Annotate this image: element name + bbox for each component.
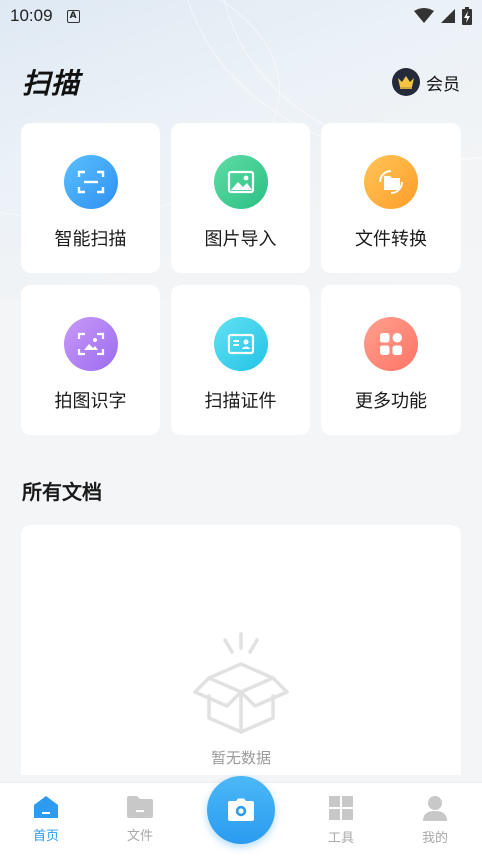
nav-label: 我的 [421, 831, 448, 846]
documents-panel: 暂无数据 [21, 525, 461, 775]
empty-box-icon [193, 632, 289, 734]
crown-icon [392, 68, 420, 96]
status-time: 10:09 [10, 6, 53, 25]
feature-label: 更多功能 [355, 391, 427, 412]
id-scan-card[interactable]: 扫描证件 [171, 285, 310, 435]
feature-label: 拍图识字 [54, 391, 127, 412]
nav-tools[interactable]: 工具 [311, 795, 371, 846]
apps-icon [364, 317, 418, 371]
id-card-icon [213, 317, 268, 371]
nav-label: 文件 [126, 829, 153, 844]
page-title: 扫描 [22, 67, 81, 100]
a-notification-icon: A [66, 9, 80, 23]
feature-label: 文件转换 [355, 229, 427, 250]
folder-icon [127, 796, 153, 818]
nav-profile[interactable]: 我的 [405, 795, 465, 846]
photo-ocr-card[interactable]: 拍图识字 [21, 285, 160, 435]
feature-label: 智能扫描 [54, 229, 127, 250]
camera-button[interactable] [207, 776, 275, 844]
wifi-icon [414, 8, 434, 23]
documents-title: 所有文档 [22, 480, 102, 504]
file-convert-card[interactable]: 文件转换 [321, 123, 461, 273]
image-icon [213, 155, 268, 209]
status-bar: 10:09 A [0, 0, 482, 32]
feature-label: 扫描证件 [204, 391, 277, 412]
page-header: 扫描 会员 [22, 60, 460, 104]
nav-label: 首页 [32, 829, 59, 844]
smart-scan-card[interactable]: 智能扫描 [21, 123, 160, 273]
nav-label: 工具 [327, 831, 354, 846]
vip-button[interactable]: 会员 [392, 68, 460, 96]
camera-icon [228, 798, 254, 821]
nav-home[interactable]: 首页 [16, 795, 76, 844]
battery-icon [462, 7, 472, 25]
signal-icon [441, 9, 455, 23]
folder-convert-icon [364, 155, 418, 209]
vip-label: 会员 [426, 74, 460, 95]
scan-frame-icon [63, 155, 118, 209]
feature-label: 图片导入 [204, 229, 277, 250]
feature-grid: 智能扫描 图片导入 文件转换 拍图识字 扫描证件 更多功能 [21, 123, 461, 435]
tools-grid-icon [329, 796, 353, 820]
more-features-card[interactable]: 更多功能 [321, 285, 461, 435]
nav-files[interactable]: 文件 [110, 795, 170, 844]
home-icon [34, 796, 58, 818]
empty-state-text: 暂无数据 [210, 749, 271, 767]
image-import-card[interactable]: 图片导入 [171, 123, 310, 273]
profile-icon [423, 796, 447, 821]
photo-text-icon [63, 317, 118, 371]
